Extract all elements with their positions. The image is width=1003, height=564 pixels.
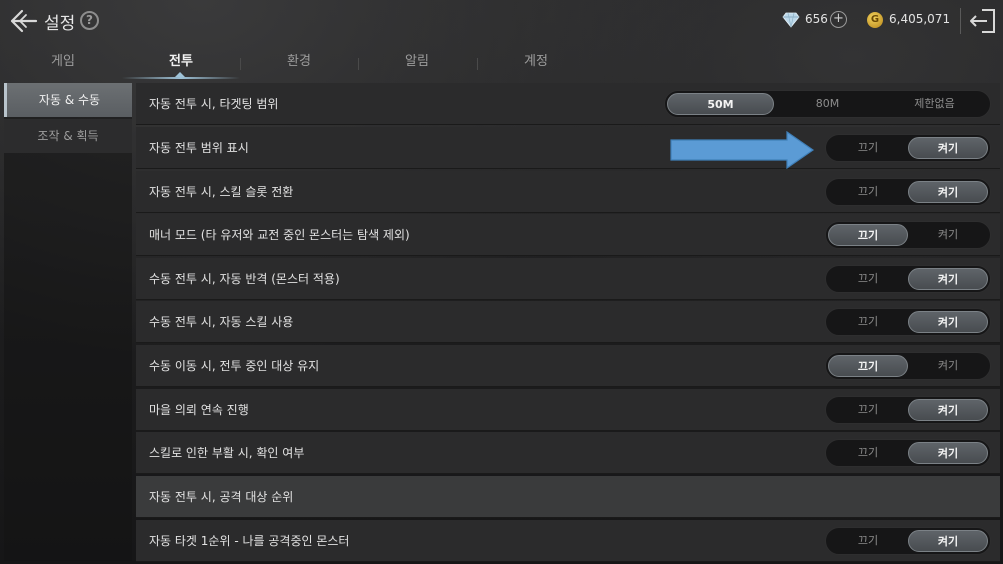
exit-button[interactable] <box>968 6 998 36</box>
setting-label: 매너 모드 (타 유저와 교전 중인 몬스터는 탐색 제외) <box>149 228 410 242</box>
back-arrow-icon <box>10 9 38 33</box>
setting-row-auto-skill: 수동 전투 시, 자동 스킬 사용 끄기 켜기 <box>136 301 1000 343</box>
toggle-on-option[interactable]: 켜기 <box>908 399 988 421</box>
setting-label: 수동 전투 시, 자동 반격 (몬스터 적용) <box>149 272 340 286</box>
tab-account[interactable]: 계정 <box>477 50 595 78</box>
tab-notifications[interactable]: 알림 <box>358 50 476 78</box>
toggle-on-option[interactable]: 켜기 <box>908 224 988 246</box>
toggle-switch: 끄기 켜기 <box>825 352 991 380</box>
gold-coin-icon: G <box>867 12 883 28</box>
toggle-on-option[interactable]: 켜기 <box>908 268 988 290</box>
gem-count: 656 <box>805 12 828 26</box>
setting-row-auto-counter: 수동 전투 시, 자동 반격 (몬스터 적용) 끄기 켜기 <box>136 258 1000 300</box>
setting-label: 수동 이동 시, 전투 중인 대상 유지 <box>149 359 320 373</box>
setting-row-skill-slot-switch: 자동 전투 시, 스킬 슬롯 전환 끄기 켜기 <box>136 171 1000 213</box>
annotation-arrow-icon <box>670 131 815 169</box>
setting-row-village-quest: 마을 의뢰 연속 진행 끄기 켜기 <box>136 389 1000 431</box>
toggle-on-option[interactable]: 켜기 <box>908 355 988 377</box>
toggle-off-option[interactable]: 끄기 <box>828 268 908 290</box>
setting-row-revive-confirm: 스킬로 인한 부활 시, 확인 여부 끄기 켜기 <box>136 432 1000 474</box>
active-tab-indicator <box>122 77 240 79</box>
toggle-off-option[interactable]: 끄기 <box>828 224 908 246</box>
targeting-range-selector: 50M 80M 제한없음 <box>664 90 991 118</box>
toggle-on-option[interactable]: 켜기 <box>908 181 988 203</box>
setting-row-targeting-range: 자동 전투 시, 타겟팅 범위 50M 80M 제한없음 <box>136 83 1000 125</box>
setting-row-keep-target: 수동 이동 시, 전투 중인 대상 유지 끄기 켜기 <box>136 345 1000 387</box>
toggle-off-option[interactable]: 끄기 <box>828 399 908 421</box>
section-title: 자동 전투 시, 공격 대상 순위 <box>149 490 294 504</box>
back-button[interactable] <box>8 6 40 36</box>
sidebar-item-auto-manual[interactable]: 자동 & 수동 <box>4 83 132 117</box>
tab-game[interactable]: 게임 <box>4 50 122 78</box>
toggle-on-option[interactable]: 켜기 <box>908 311 988 333</box>
setting-label: 자동 전투 시, 스킬 슬롯 전환 <box>149 185 294 199</box>
sidebar-item-control-loot[interactable]: 조작 & 획득 <box>4 119 132 153</box>
toggle-switch: 끄기 켜기 <box>825 134 991 162</box>
top-bar: 설정 ? 656 + G 6,405,071 <box>0 0 1003 42</box>
exit-icon <box>970 9 995 33</box>
toggle-switch: 끄기 켜기 <box>825 265 991 293</box>
toggle-off-option[interactable]: 끄기 <box>828 311 908 333</box>
tab-separator <box>240 58 241 70</box>
toggle-on-option[interactable]: 켜기 <box>908 442 988 464</box>
toggle-switch: 끄기 켜기 <box>825 221 991 249</box>
toggle-off-option[interactable]: 끄기 <box>828 355 908 377</box>
toggle-switch: 끄기 켜기 <box>825 396 991 424</box>
tab-separator <box>358 58 359 70</box>
add-gems-button[interactable]: + <box>830 11 847 28</box>
setting-label: 자동 전투 시, 타겟팅 범위 <box>149 97 279 111</box>
toggle-off-option[interactable]: 끄기 <box>828 442 908 464</box>
tab-bar: 게임 전투 환경 알림 계정 <box>0 50 600 80</box>
setting-label: 수동 전투 시, 자동 스킬 사용 <box>149 315 294 329</box>
setting-label: 자동 타겟 1순위 - 나를 공격중인 몬스터 <box>149 534 350 548</box>
toggle-on-option[interactable]: 켜기 <box>908 530 988 552</box>
setting-label: 마을 의뢰 연속 진행 <box>149 403 249 417</box>
settings-list: 자동 전투 시, 타겟팅 범위 50M 80M 제한없음 자동 전투 범위 표시… <box>136 83 1000 562</box>
range-option-50m[interactable]: 50M <box>667 93 774 115</box>
help-button[interactable]: ? <box>80 11 99 30</box>
top-divider <box>960 8 961 34</box>
toggle-switch: 끄기 켜기 <box>825 308 991 336</box>
page-title: 설정 <box>44 14 76 34</box>
setting-row-priority-1: 자동 타겟 1순위 - 나를 공격중인 몬스터 끄기 켜기 <box>136 520 1000 562</box>
range-option-unlimited[interactable]: 제한없음 <box>881 93 988 115</box>
tab-separator <box>477 58 478 70</box>
setting-label: 스킬로 인한 부활 시, 확인 여부 <box>149 446 305 460</box>
sidebar: 자동 & 수동 조작 & 획득 <box>4 83 132 561</box>
setting-label: 자동 전투 범위 표시 <box>149 141 249 155</box>
toggle-off-option[interactable]: 끄기 <box>828 181 908 203</box>
diamond-icon <box>782 12 800 28</box>
tab-environment[interactable]: 환경 <box>240 50 358 78</box>
gold-count: 6,405,071 <box>889 12 951 26</box>
section-header-target-priority: 자동 전투 시, 공격 대상 순위 <box>136 476 1000 518</box>
toggle-switch: 끄기 켜기 <box>825 527 991 555</box>
toggle-off-option[interactable]: 끄기 <box>828 137 908 159</box>
toggle-switch: 끄기 켜기 <box>825 178 991 206</box>
setting-row-auto-range-display: 자동 전투 범위 표시 끄기 켜기 <box>136 127 1000 169</box>
toggle-on-option[interactable]: 켜기 <box>908 137 988 159</box>
range-option-80m[interactable]: 80M <box>774 93 881 115</box>
setting-row-manner-mode: 매너 모드 (타 유저와 교전 중인 몬스터는 탐색 제외) 끄기 켜기 <box>136 214 1000 256</box>
toggle-switch: 끄기 켜기 <box>825 439 991 467</box>
toggle-off-option[interactable]: 끄기 <box>828 530 908 552</box>
active-tab-caret <box>175 72 185 77</box>
